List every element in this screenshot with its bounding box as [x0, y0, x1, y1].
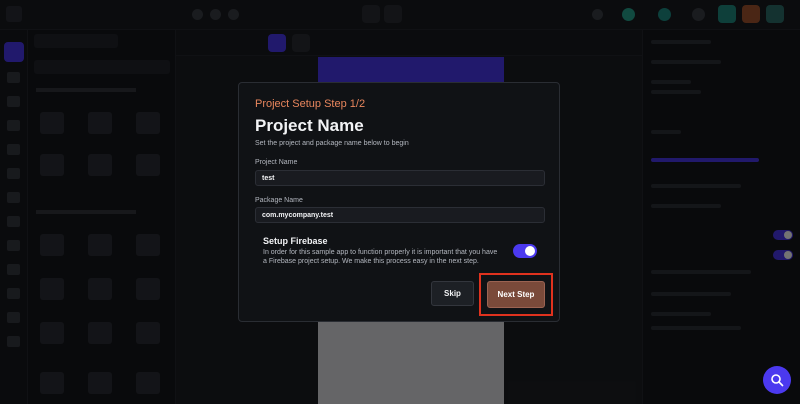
- dialog-title: Project Name: [255, 116, 364, 135]
- next-step-button[interactable]: Next Step: [487, 281, 545, 308]
- search-fab[interactable]: [763, 366, 791, 394]
- toggle-knob: [525, 246, 535, 256]
- setup-firebase-toggle[interactable]: [513, 244, 537, 258]
- project-setup-dialog: Project Setup Step 1/2 Project Name Set …: [238, 82, 560, 322]
- project-name-input[interactable]: test: [255, 170, 545, 186]
- setup-firebase-title: Setup Firebase: [263, 236, 328, 246]
- setup-firebase-description: In order for this sample app to function…: [263, 249, 498, 265]
- project-name-label: Project Name: [255, 159, 298, 166]
- step-label: Project Setup Step 1/2: [255, 98, 366, 110]
- skip-button[interactable]: Skip: [431, 281, 474, 306]
- next-step-highlight: Next Step: [479, 273, 553, 316]
- package-name-input[interactable]: com.mycompany.test: [255, 207, 545, 223]
- package-name-label: Package Name: [255, 197, 303, 204]
- search-icon: [771, 374, 784, 387]
- dialog-description: Set the project and package name below t…: [255, 140, 409, 147]
